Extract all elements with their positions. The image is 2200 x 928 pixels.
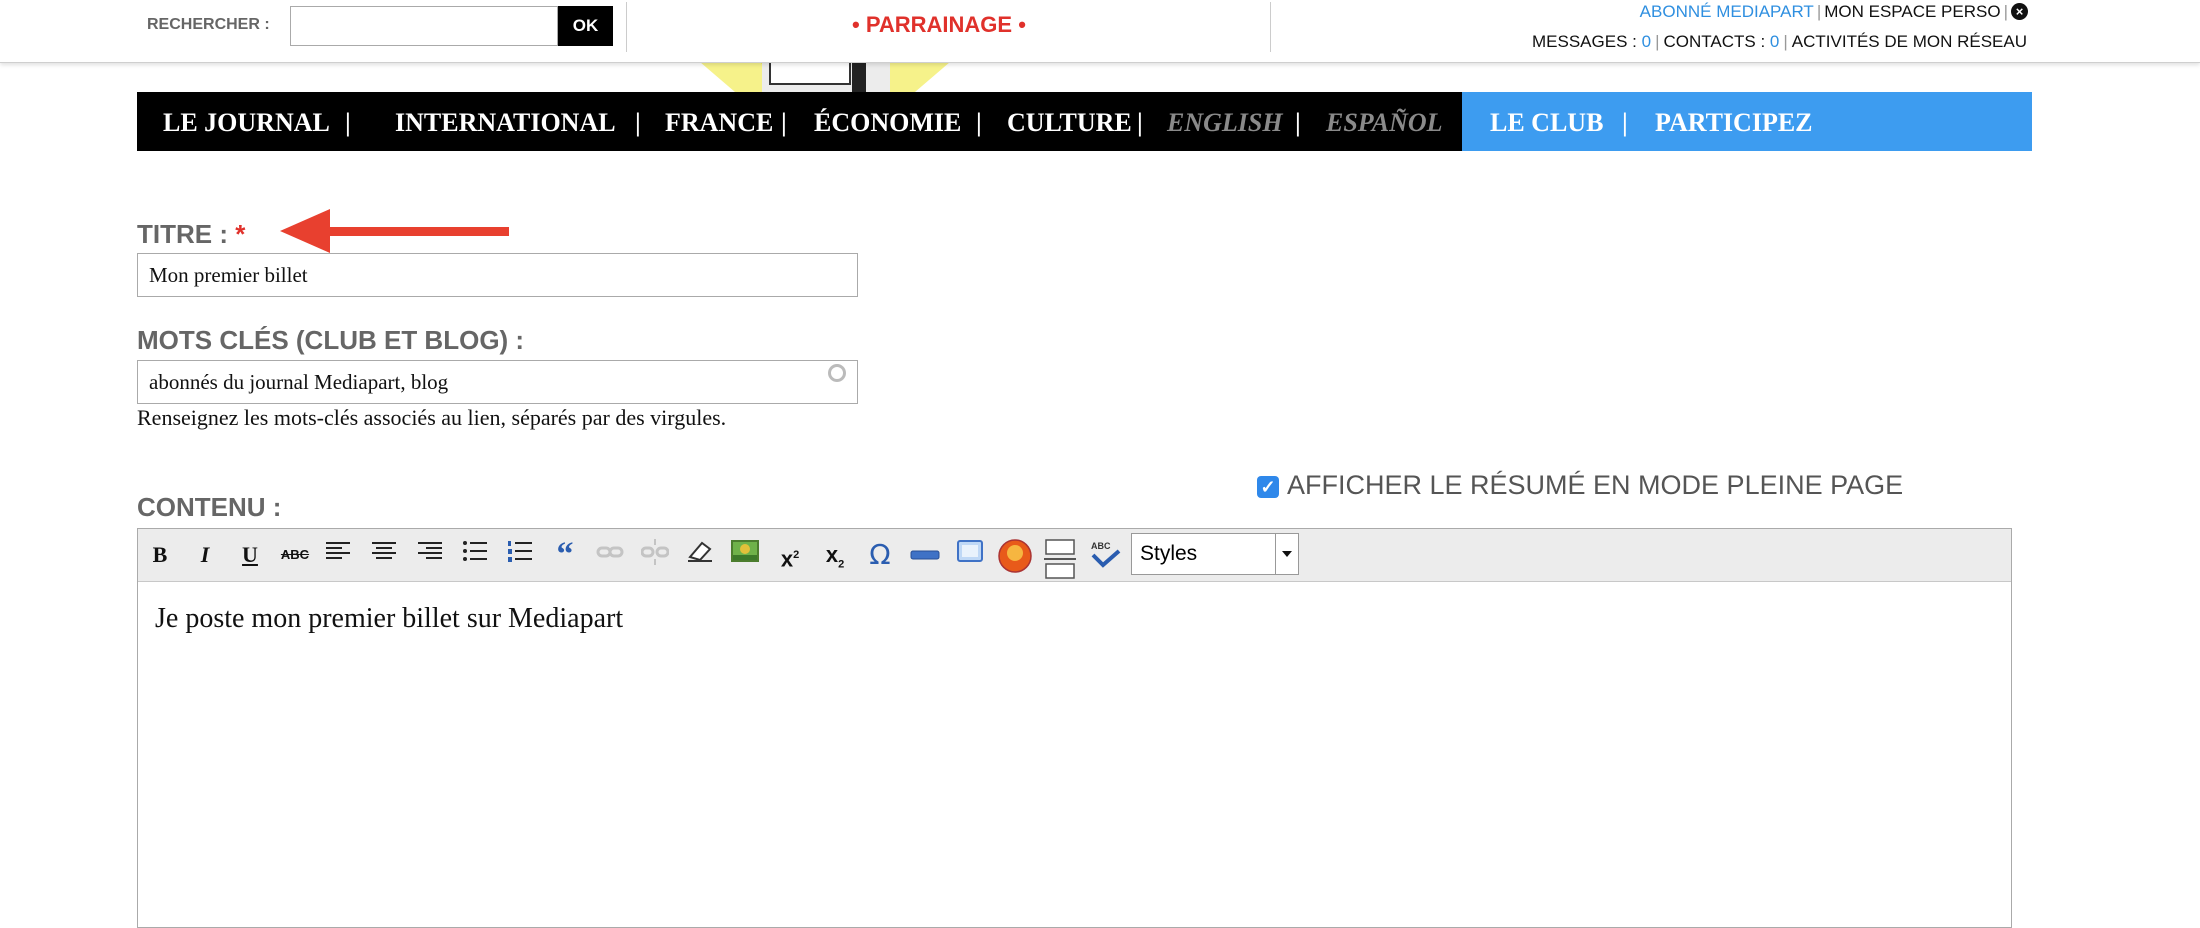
align-right-icon[interactable] [412, 539, 446, 571]
title-label: TITRE : * [137, 219, 245, 250]
separator: | [1655, 32, 1660, 51]
subscript-icon[interactable]: x2 [818, 539, 852, 571]
underline-icon[interactable]: U [233, 539, 267, 571]
editor-content[interactable]: Je poste mon premier billet sur Mediapar… [155, 603, 623, 635]
annotation-arrow [280, 209, 509, 253]
separator: | [2003, 2, 2008, 21]
horizontal-rule-icon[interactable] [908, 539, 942, 571]
align-left-icon[interactable] [322, 539, 356, 571]
nav-item-culture[interactable]: CULTURE [1007, 92, 1132, 151]
account-links: ABONNÉ MEDIAPART | MON ESPACE PERSO | × [1640, 2, 2028, 22]
spellcheck-icon[interactable]: ABC [1088, 539, 1122, 571]
nav-item-economie[interactable]: ÉCONOMIE [814, 92, 961, 151]
styles-value: Styles [1140, 542, 1198, 565]
keywords-input[interactable]: abonnés du journal Mediapart, blog [137, 360, 858, 404]
required-mark: * [235, 219, 246, 249]
styles-dropdown[interactable]: Styles [1131, 533, 1299, 575]
nav-item-france[interactable]: FRANCE [665, 92, 773, 151]
close-icon[interactable]: × [2011, 3, 2028, 20]
title-input[interactable]: Mon premier billet [137, 253, 858, 297]
nav-separator: | [635, 108, 641, 137]
nav-separator: | [1137, 108, 1143, 137]
club-nav: LE CLUB | PARTICIPEZ [1462, 92, 2032, 151]
superscript-icon[interactable]: x2 [773, 539, 807, 571]
summary-checkbox[interactable]: ✓ [1257, 476, 1279, 498]
numbered-list-icon[interactable] [503, 539, 537, 571]
align-center-icon[interactable] [367, 539, 401, 571]
blockquote-icon[interactable]: “ [548, 538, 582, 572]
loading-spinner-icon [828, 364, 846, 382]
link-icon[interactable] [593, 539, 627, 571]
search-label: RECHERCHER : [147, 16, 270, 33]
image-icon[interactable] [728, 539, 762, 571]
nav-separator: | [976, 108, 982, 137]
bold-icon[interactable]: B [143, 539, 177, 571]
subscriber-link[interactable]: ABONNÉ MEDIAPART [1640, 2, 1814, 21]
svg-text:ABC: ABC [1091, 541, 1111, 551]
messages-link[interactable]: MESSAGES : 0 [1532, 32, 1651, 51]
editor-toolbar: B I U ABC “ x2 x2 Ω ABC Styles [138, 529, 2011, 582]
divider [626, 2, 627, 52]
logo-graphic [700, 62, 950, 92]
unlink-icon[interactable] [638, 539, 672, 571]
keywords-label: MOTS CLÉS (CLUB ET BLOG) : [137, 325, 525, 355]
separator: | [1783, 32, 1788, 51]
nav-separator: | [781, 108, 787, 137]
top-bar: RECHERCHER : OK • PARRAINAGE • ABONNÉ ME… [0, 0, 2200, 63]
strikethrough-icon[interactable]: ABC [278, 539, 312, 571]
content-label: CONTENU : [137, 492, 282, 522]
title-label-text: TITRE : [137, 219, 228, 249]
nav-item-espanol[interactable]: ESPAÑOL [1326, 92, 1443, 151]
divider [1270, 2, 1271, 52]
separator: | [1816, 2, 1822, 21]
page-break-icon[interactable] [1043, 539, 1077, 579]
contacts-count: 0 [1769, 32, 1780, 51]
omega-icon[interactable]: Ω [863, 539, 897, 571]
bullet-list-icon[interactable] [458, 539, 492, 571]
nav-item-le-journal[interactable]: LE JOURNAL [163, 92, 330, 151]
rich-text-editor: B I U ABC “ x2 x2 Ω ABC Styles Je poste … [137, 528, 2012, 928]
network-stats: MESSAGES : 0 | CONTACTS : 0 | ACTIVITÉS DE M… [1532, 32, 2027, 52]
media-icon[interactable] [998, 539, 1032, 573]
chevron-down-icon [1275, 534, 1298, 574]
espace-perso-link[interactable]: MON ESPACE PERSO [1824, 2, 2000, 21]
parrainage-link[interactable]: • PARRAINAGE • [852, 12, 1026, 38]
nav-separator: | [1295, 108, 1301, 137]
main-nav: LE JOURNAL | INTERNATIONAL | FRANCE | ÉC… [137, 92, 2032, 151]
nav-item-international[interactable]: INTERNATIONAL [395, 92, 616, 151]
nav-item-le-club[interactable]: LE CLUB [1490, 92, 1603, 151]
contacts-label: CONTACTS : [1663, 32, 1770, 51]
keywords-help-text: Renseignez les mots-clés associés au lie… [137, 405, 727, 430]
activites-link[interactable]: ACTIVITÉS DE MON RÉSEAU [1792, 32, 2027, 51]
messages-label: MESSAGES : [1532, 32, 1642, 51]
embed-icon[interactable] [953, 539, 987, 571]
summary-checkbox-label[interactable]: AFFICHER LE RÉSUMÉ EN MODE PLEINE PAGE [1287, 470, 1903, 501]
nav-separator: | [1622, 108, 1628, 137]
nav-item-participez[interactable]: PARTICIPEZ [1655, 92, 1813, 151]
contacts-link[interactable]: CONTACTS : 0 [1663, 32, 1779, 51]
messages-count: 0 [1641, 32, 1652, 51]
nav-separator: | [345, 108, 351, 137]
italic-icon[interactable]: I [188, 539, 222, 571]
nav-item-english[interactable]: ENGLISH [1167, 92, 1283, 151]
eraser-icon[interactable] [683, 539, 717, 571]
search-input[interactable] [290, 6, 558, 46]
search-ok-button[interactable]: OK [558, 6, 613, 46]
